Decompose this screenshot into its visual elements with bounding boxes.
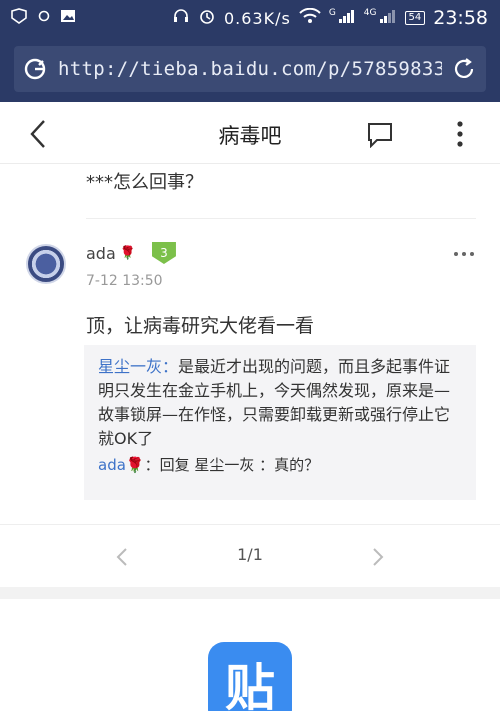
reply-separator: ： bbox=[162, 357, 179, 376]
pagination: 1/1 bbox=[0, 525, 500, 587]
image-icon bbox=[60, 9, 76, 27]
page-header: 病毒吧 bbox=[0, 102, 500, 164]
signal-icon bbox=[338, 8, 356, 28]
level-badge: 3 bbox=[151, 242, 176, 264]
browser-logo-icon bbox=[14, 46, 58, 92]
post-content: 顶，让病毒研究大佬看一看 bbox=[86, 315, 315, 337]
page-title: 病毒吧 bbox=[218, 124, 282, 148]
circle-icon bbox=[38, 10, 50, 26]
signal-icon-2 bbox=[379, 8, 397, 28]
author-row: ada 🌹 3 bbox=[86, 242, 176, 264]
reply-author[interactable]: ada🌹 bbox=[98, 456, 145, 474]
divider bbox=[86, 218, 476, 219]
reply-author[interactable]: 星尘一灰 bbox=[98, 357, 162, 376]
chevron-right-icon[interactable] bbox=[364, 543, 392, 571]
page-indicator: 1/1 bbox=[237, 545, 263, 564]
reply-item[interactable]: 星尘一灰：是最近才出现的问题，而且多起事件证明只发生在金立手机上，今天偶然发现，… bbox=[98, 355, 462, 451]
browser-toolbar: http://tieba.baidu.com/p/57859833 bbox=[0, 36, 500, 102]
author-name[interactable]: ada bbox=[86, 244, 116, 263]
clock: 23:58 bbox=[433, 7, 488, 29]
reply-separator: ： bbox=[144, 456, 160, 474]
rose-badge-icon: 🌹 bbox=[119, 245, 136, 261]
reply-item[interactable]: ada🌹：回复 星尘一灰 ：真的？ bbox=[98, 453, 462, 477]
section-separator bbox=[0, 587, 500, 599]
url-text[interactable]: http://tieba.baidu.com/p/57859833 bbox=[58, 58, 442, 80]
battery-indicator: 54 bbox=[404, 11, 426, 25]
post-more-icon[interactable] bbox=[450, 246, 478, 262]
reply-text: 回复 星尘一灰 ：真的？ bbox=[159, 456, 320, 474]
previous-post-text: ***怎么回事？ bbox=[86, 172, 203, 193]
post-time: 7-12 13:50 bbox=[86, 273, 163, 289]
signal-4g-label: 4G bbox=[363, 8, 377, 18]
net-speed: 0.63K/s bbox=[223, 8, 291, 28]
comment-icon[interactable] bbox=[362, 116, 398, 152]
wifi-icon bbox=[299, 7, 321, 28]
reply-box: 星尘一灰：是最近才出现的问题，而且多起事件证明只发生在金立手机上，今天偶然发现，… bbox=[84, 345, 476, 500]
signal-g-label: G bbox=[328, 8, 336, 18]
status-bar: 0.63K/s G 4G 54 23:58 bbox=[0, 0, 500, 36]
address-bar[interactable]: http://tieba.baidu.com/p/57859833 bbox=[14, 46, 486, 92]
headset-icon bbox=[172, 7, 190, 29]
reload-icon[interactable] bbox=[442, 46, 486, 92]
tieba-logo[interactable]: 贴 bbox=[208, 642, 292, 711]
notification-icon bbox=[10, 8, 28, 28]
more-icon[interactable] bbox=[442, 116, 478, 152]
avatar[interactable] bbox=[26, 244, 66, 284]
alarm-icon bbox=[198, 7, 216, 29]
